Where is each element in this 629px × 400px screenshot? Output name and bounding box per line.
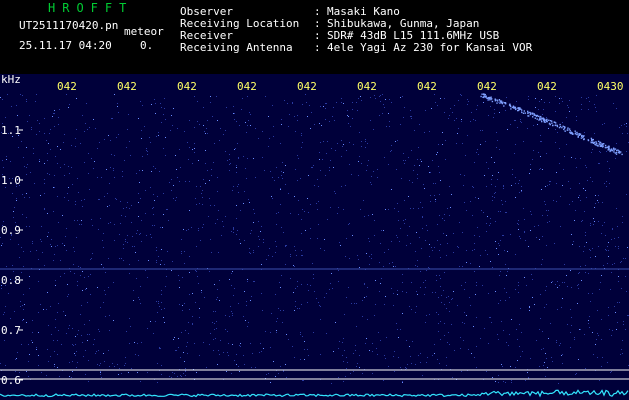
value-antenna: 4ele Yagi Az 230 for Kansai VOR xyxy=(327,41,533,54)
time-label: 042 xyxy=(57,80,77,93)
y-tick-label: 1.1 xyxy=(1,124,21,137)
detection-count: 0. xyxy=(140,39,154,52)
app-title: HROFFT xyxy=(48,1,134,15)
header-panel: HROFFT UT2511170420.pn meteor 25.11.17 0… xyxy=(0,0,629,74)
y-tick-label: 0.8 xyxy=(1,274,21,287)
info-labels: Observer Receiving Location Receiver Rec… xyxy=(180,6,299,54)
y-tick-label: 0.7 xyxy=(1,324,21,337)
unit-label: kHz xyxy=(1,74,21,86)
time-label: 042 xyxy=(417,80,437,93)
info-separators: : : : : xyxy=(314,6,321,54)
info-values: Masaki Kano Shibukawa, Gunma, Japan SDR#… xyxy=(327,6,532,54)
spectrogram-background xyxy=(0,74,629,400)
time-label: 042 xyxy=(537,80,557,93)
mode-label: meteor xyxy=(124,25,164,38)
time-label: 042 xyxy=(177,80,197,93)
time-label: 042 xyxy=(297,80,317,93)
timestamp: 25.11.17 04:20 xyxy=(19,39,112,52)
file-name: UT2511170420.pn xyxy=(19,19,119,32)
separator: : xyxy=(314,41,321,54)
y-tick-label: 0.9 xyxy=(1,224,21,237)
spectrogram[interactable]: kHz 1.1 1.0 0.9 0.8 0.7 0.6 042 042 042 … xyxy=(0,74,629,400)
y-tick-label: 1.0 xyxy=(1,174,21,187)
time-label: 042 xyxy=(357,80,377,93)
time-label: 042 xyxy=(117,80,137,93)
label-antenna: Receiving Antenna xyxy=(180,41,293,54)
time-label: 042 xyxy=(237,80,257,93)
time-label: 042 xyxy=(477,80,497,93)
y-tick-label: 0.6 xyxy=(1,374,21,387)
time-label: 0430 xyxy=(597,80,624,93)
